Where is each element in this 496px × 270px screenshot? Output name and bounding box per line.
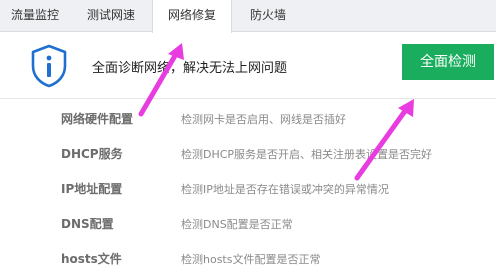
full-scan-button[interactable]: 全面检测: [402, 44, 494, 80]
check-item-name: 网络硬件配置: [61, 112, 134, 126]
check-item-name: DHCP服务: [61, 147, 123, 161]
check-item-desc: 检测hosts文件配置是否正常: [181, 253, 321, 266]
tab-network-repair[interactable]: 网络修复: [152, 0, 232, 33]
check-item-desc: 检测IP地址是否存在错误或冲突的异常情况: [181, 183, 389, 196]
check-item: DHCP服务 检测DHCP服务是否开启、相关注册表设置是否完好: [0, 145, 496, 165]
check-item: IP地址配置 检测IP地址是否存在错误或冲突的异常情况: [0, 180, 496, 200]
shield-info-icon: [31, 44, 67, 88]
check-item-name: DNS配置: [61, 217, 114, 231]
tab-traffic-monitor[interactable]: 流量监控: [0, 0, 70, 32]
check-item-name: IP地址配置: [61, 182, 123, 196]
check-item: 网络硬件配置 检测网卡是否启用、网线是否插好: [0, 110, 496, 130]
diagnose-description: 全面诊断网络，解决无法上网问题: [92, 61, 288, 76]
tab-bar: 流量监控 测试网速 网络修复 防火墙: [0, 0, 496, 33]
tab-firewall[interactable]: 防火墙: [232, 0, 304, 32]
tab-speed-test[interactable]: 测试网速: [70, 0, 152, 32]
check-item-desc: 检测DHCP服务是否开启、相关注册表设置是否完好: [181, 148, 433, 161]
check-item: hosts文件 检测hosts文件配置是否正常: [0, 250, 496, 270]
check-item-desc: 检测DNS配置是否正常: [181, 218, 293, 231]
check-item-desc: 检测网卡是否启用、网线是否插好: [181, 113, 346, 126]
check-item-name: hosts文件: [61, 252, 122, 266]
repair-header: 全面诊断网络，解决无法上网问题 全面检测: [0, 33, 496, 99]
check-item: DNS配置 检测DNS配置是否正常: [0, 215, 496, 235]
